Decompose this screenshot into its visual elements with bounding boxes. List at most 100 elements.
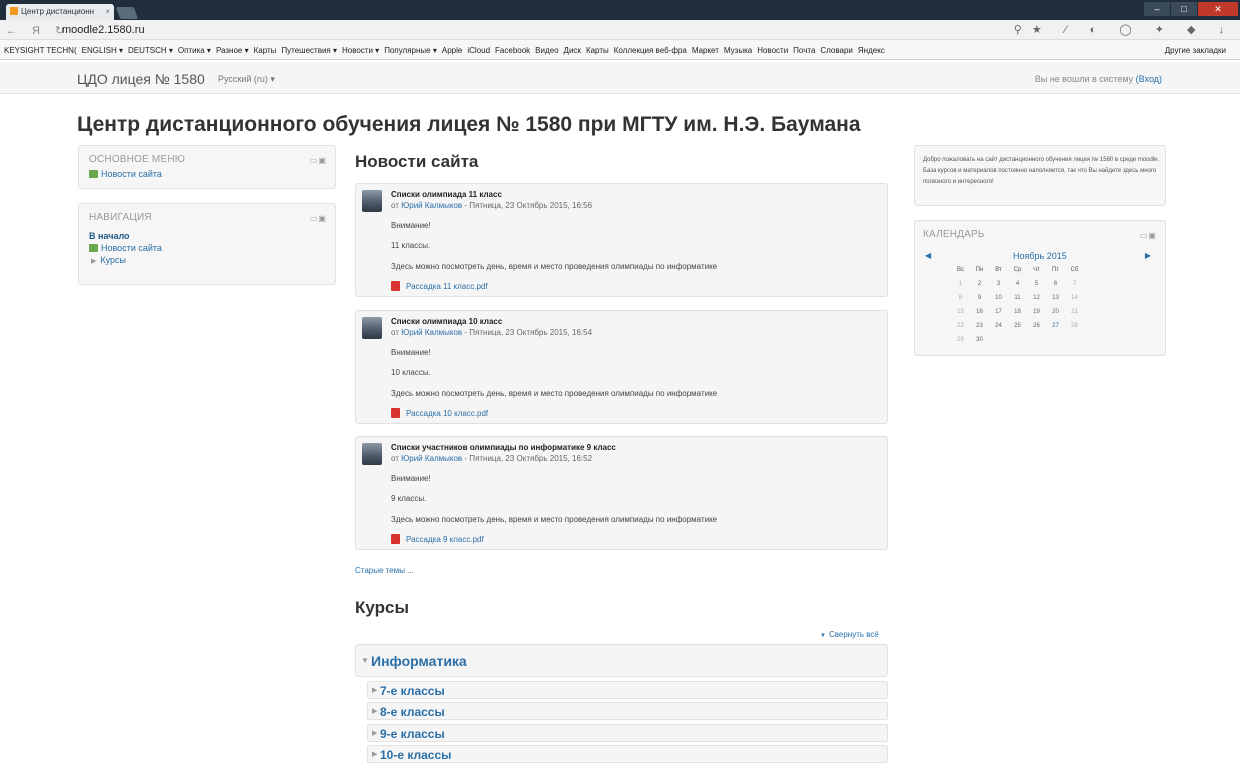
subcategory-item[interactable]: ▶ 9-е классы	[367, 724, 888, 742]
bookmark-item[interactable]: Карты	[254, 46, 277, 55]
calendar-day[interactable]: 8	[951, 291, 970, 305]
weekday-label: Ср	[1013, 267, 1022, 273]
toolbar-icons[interactable]: ⚲★ ⁄ ◐ ◯ ✦ ◆ ↓	[1014, 23, 1234, 36]
avatar[interactable]	[362, 443, 382, 465]
author-link[interactable]: Юрий Калмыков	[401, 454, 462, 463]
weekday-label: Чт	[1033, 267, 1040, 273]
calendar-day[interactable]: 21	[1065, 305, 1084, 319]
calendar-day[interactable]: 2	[970, 277, 989, 291]
prev-month-icon[interactable]: ◀	[925, 251, 931, 260]
calendar-day[interactable]: 22	[951, 319, 970, 333]
calendar-day[interactable]: 27	[1046, 319, 1065, 333]
calendar-title: КАЛЕНДАРЬ	[923, 229, 985, 240]
bookmark-item[interactable]: KEYSIGHT TECHN(	[4, 46, 77, 55]
bookmark-item[interactable]: Музыка	[724, 46, 752, 55]
url-field[interactable]: moodle2.1580.ru	[62, 24, 145, 36]
calendar-day[interactable]: 12	[1027, 291, 1046, 305]
close-window-icon[interactable]: ✕	[1198, 2, 1238, 16]
bookmark-item[interactable]: Почта	[793, 46, 815, 55]
bookmark-item[interactable]: iCloud	[467, 46, 490, 55]
bookmark-item[interactable]: Видео	[535, 46, 558, 55]
bookmark-item[interactable]: Коллекция веб-фра	[614, 46, 687, 55]
site-brand[interactable]: ЦДО лицея № 1580	[77, 71, 205, 87]
nav-news-link[interactable]: Новости сайта	[89, 243, 162, 253]
back-forward-icons[interactable]: ← Я ↻	[6, 24, 70, 37]
news-post: Списки участников олимпиады по информати…	[355, 436, 888, 550]
course-category[interactable]: ▼ Информатика	[355, 644, 888, 677]
calendar-day[interactable]: 24	[989, 319, 1008, 333]
bookmark-item[interactable]: Разное ▾	[216, 46, 249, 55]
calendar-day[interactable]: 5	[1027, 277, 1046, 291]
calendar-day[interactable]: 10	[989, 291, 1008, 305]
calendar-day[interactable]: 6	[1046, 277, 1065, 291]
calendar-day[interactable]: 15	[951, 305, 970, 319]
bookmark-item[interactable]: Новости	[757, 46, 788, 55]
login-link[interactable]: (Вход)	[1136, 74, 1162, 84]
calendar-day[interactable]: 20	[1046, 305, 1065, 319]
bookmark-item[interactable]: Apple	[442, 46, 462, 55]
calendar-day[interactable]: 26	[1027, 319, 1046, 333]
block-controls-icon[interactable]: ▭▣	[310, 156, 327, 165]
calendar-month[interactable]: Ноябрь 2015	[1013, 251, 1067, 261]
bookmark-item[interactable]: Словари	[820, 46, 853, 55]
attachment-link[interactable]: Рассадка 9 класс.pdf	[391, 534, 484, 544]
attachment-link[interactable]: Рассадка 11 класс.pdf	[391, 281, 488, 291]
calendar-day[interactable]: 1	[951, 277, 970, 291]
avatar[interactable]	[362, 190, 382, 212]
language-menu[interactable]: Русский (ru) ▾	[218, 74, 275, 85]
calendar-day[interactable]: 29	[951, 333, 970, 347]
minimize-icon[interactable]: –	[1144, 2, 1170, 16]
calendar-day[interactable]: 3	[989, 277, 1008, 291]
calendar-day[interactable]: 4	[1008, 277, 1027, 291]
calendar-day[interactable]: 14	[1065, 291, 1084, 305]
news-icon	[89, 170, 98, 178]
new-tab-button[interactable]	[115, 7, 139, 19]
collapse-all-link[interactable]: ▼ Свернуть всё	[820, 630, 879, 639]
old-topics-link[interactable]: Старые темы ...	[355, 566, 414, 575]
next-month-icon[interactable]: ▶	[1145, 251, 1151, 260]
author-link[interactable]: Юрий Калмыков	[401, 328, 462, 337]
author-link[interactable]: Юрий Калмыков	[401, 201, 462, 210]
calendar-day[interactable]: 11	[1008, 291, 1027, 305]
bookmark-item[interactable]: Новости ▾	[342, 46, 379, 55]
bookmark-item[interactable]: Диск	[564, 46, 581, 55]
avatar[interactable]	[362, 317, 382, 339]
bookmark-item[interactable]: Путешествия ▾	[281, 46, 337, 55]
browser-tab[interactable]: Центр дистанционн ×	[6, 4, 114, 20]
bookmark-item[interactable]: Маркет	[692, 46, 719, 55]
other-bookmarks[interactable]: Другие закладки	[1165, 46, 1226, 55]
bookmark-item[interactable]: DEUTSCH ▾	[128, 46, 173, 55]
block-controls-icon[interactable]: ▭▣	[310, 214, 327, 223]
block-controls-icon[interactable]: ▭▣	[1140, 231, 1157, 240]
calendar-day[interactable]: 18	[1008, 305, 1027, 319]
nav-home-link[interactable]: В начало	[89, 231, 162, 241]
calendar-day[interactable]: 19	[1027, 305, 1046, 319]
bookmark-item[interactable]: Яндекс	[858, 46, 885, 55]
post-meta: от Юрий Калмыков - Пятница, 23 Октябрь 2…	[391, 201, 593, 210]
subcategory-item[interactable]: ▶ 7-е классы	[367, 681, 888, 699]
bookmark-item[interactable]: Оптика ▾	[178, 46, 211, 55]
calendar-day[interactable]: 17	[989, 305, 1008, 319]
calendar-day	[1008, 333, 1027, 347]
category-name[interactable]: Информатика	[371, 653, 467, 669]
nav-courses-link[interactable]: ▶ Курсы	[89, 255, 162, 265]
main-menu-news-link[interactable]: Новости сайта	[89, 169, 185, 179]
calendar-day[interactable]: 30	[970, 333, 989, 347]
calendar-day[interactable]: 16	[970, 305, 989, 319]
maximize-icon[interactable]: □	[1171, 2, 1197, 16]
calendar-day[interactable]: 7	[1065, 277, 1084, 291]
bookmark-item[interactable]: Facebook	[495, 46, 530, 55]
calendar-day[interactable]: 23	[970, 319, 989, 333]
subcategory-item[interactable]: ▶ 8-е классы	[367, 702, 888, 720]
bookmark-item[interactable]: Популярные ▾	[384, 46, 437, 55]
login-info: Вы не вошли в систему (Вход)	[1035, 74, 1162, 84]
calendar-day[interactable]: 13	[1046, 291, 1065, 305]
attachment-link[interactable]: Рассадка 10 класс.pdf	[391, 408, 488, 418]
calendar-day[interactable]: 28	[1065, 319, 1084, 333]
close-tab-icon[interactable]: ×	[105, 7, 110, 16]
calendar-day[interactable]: 9	[970, 291, 989, 305]
calendar-day[interactable]: 25	[1008, 319, 1027, 333]
bookmark-item[interactable]: Карты	[586, 46, 609, 55]
bookmark-item[interactable]: ENGLISH ▾	[82, 46, 123, 55]
subcategory-item[interactable]: ▶ 10-е классы	[367, 745, 888, 763]
